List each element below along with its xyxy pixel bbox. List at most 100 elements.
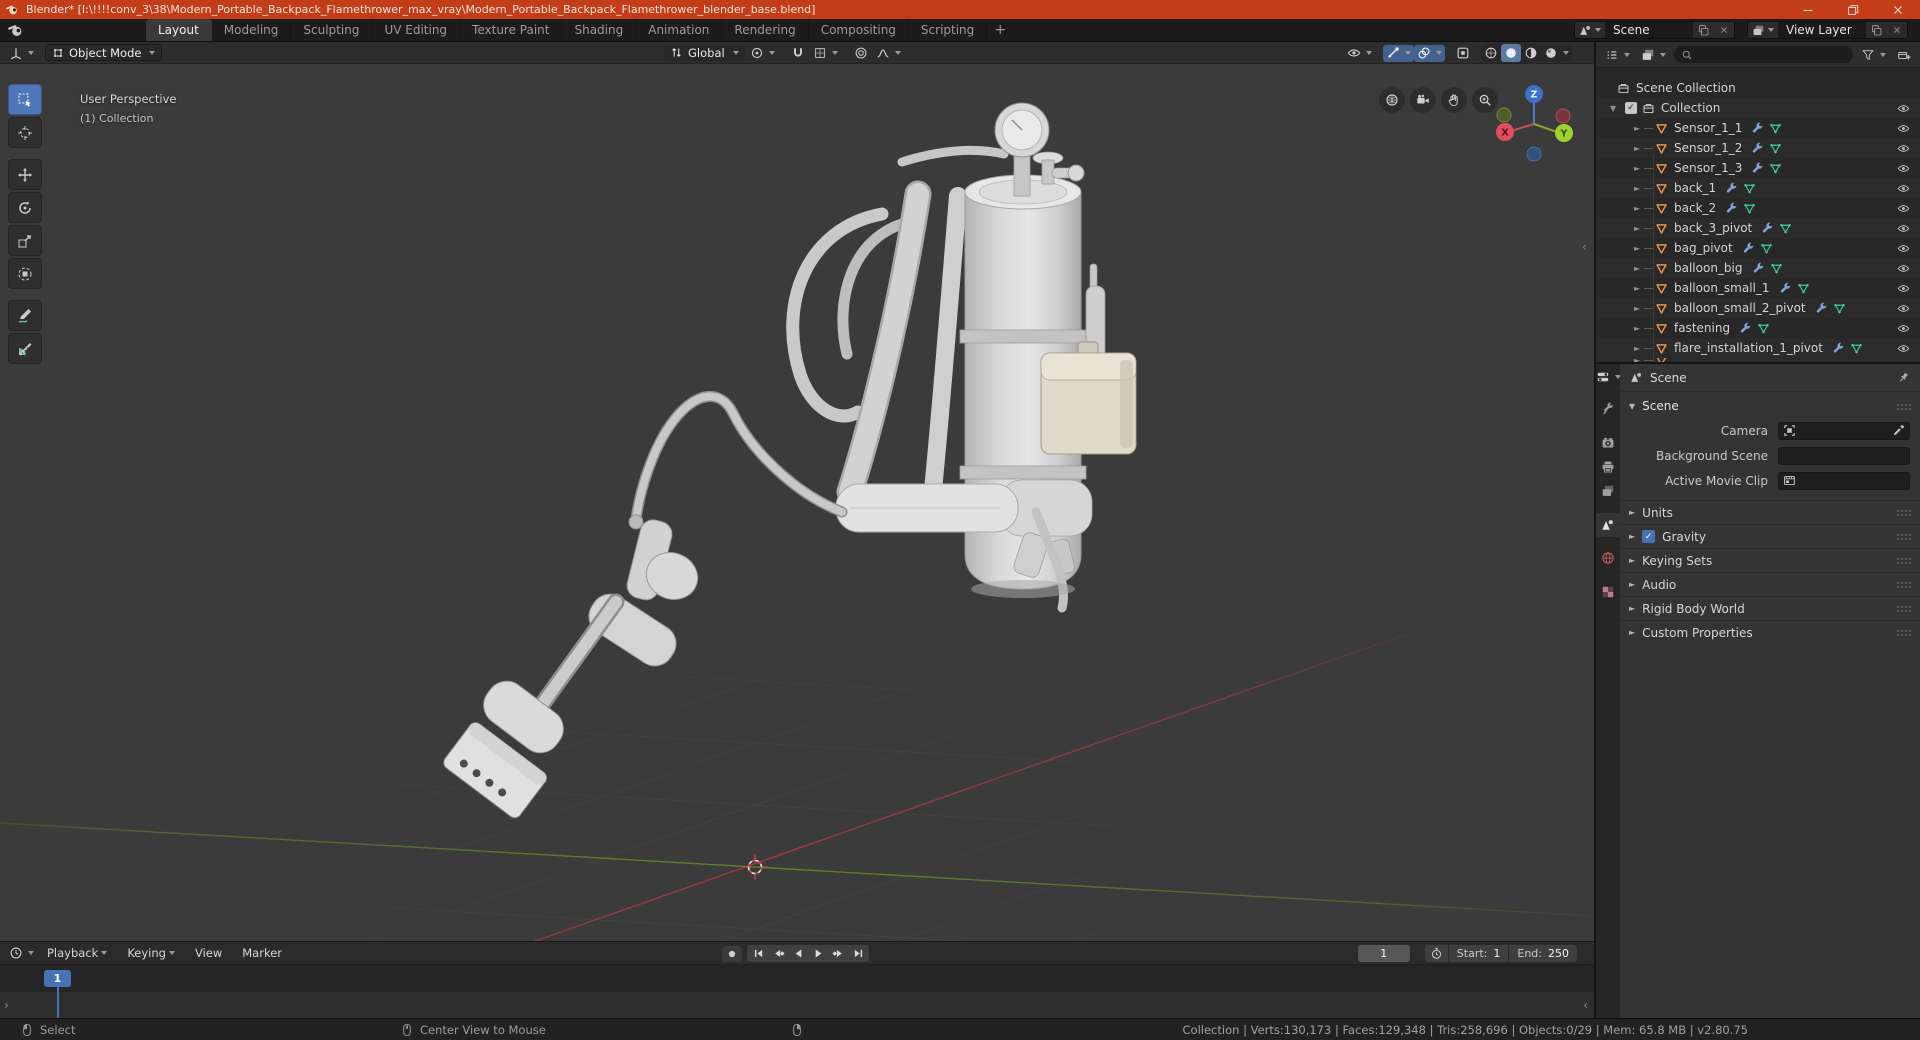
workspace-tab[interactable]: Modeling bbox=[212, 19, 292, 41]
current-frame-field[interactable]: 1 bbox=[1357, 945, 1410, 962]
workspace-tab[interactable]: Animation bbox=[636, 19, 723, 41]
expand-arrow-icon[interactable]: ► bbox=[1634, 204, 1644, 213]
new-scene-button[interactable] bbox=[1693, 22, 1714, 38]
topbar-menu[interactable] bbox=[48, 19, 66, 41]
tool-button[interactable] bbox=[8, 192, 42, 223]
shading-mode-button[interactable] bbox=[1501, 44, 1521, 62]
expand-arrow-icon[interactable]: ► bbox=[1634, 244, 1644, 253]
expand-arrow-icon[interactable]: ► bbox=[1634, 124, 1644, 133]
header-toggle-button[interactable] bbox=[747, 44, 778, 61]
collapsed-panel[interactable]: ► ✓ Units bbox=[1620, 500, 1920, 524]
workspace-tab[interactable]: Scripting bbox=[909, 19, 988, 41]
drag-handle-icon[interactable] bbox=[1896, 533, 1911, 540]
transport-button[interactable] bbox=[748, 946, 768, 961]
workspace-tab[interactable]: Texture Paint bbox=[460, 19, 563, 41]
eyedropper-icon[interactable] bbox=[1892, 474, 1905, 487]
timeline-menu[interactable]: View bbox=[185, 942, 232, 964]
properties-tab[interactable] bbox=[1596, 431, 1620, 455]
drag-handle-icon[interactable] bbox=[1896, 557, 1911, 564]
minimize-button[interactable] bbox=[1785, 0, 1830, 19]
new-collection-button[interactable] bbox=[1894, 46, 1914, 63]
transport-button[interactable] bbox=[808, 946, 828, 961]
outliner-display-mode-button[interactable] bbox=[1602, 46, 1633, 63]
remove-view-layer-button[interactable] bbox=[1887, 22, 1907, 38]
header-toggle-button[interactable] bbox=[873, 44, 904, 61]
expand-arrow-icon[interactable]: ► bbox=[1634, 284, 1644, 293]
expand-arrow-icon[interactable]: ► bbox=[1634, 324, 1644, 333]
outliner-row-object[interactable]: ► balloon_small_1 bbox=[1596, 278, 1920, 298]
panel-checkbox[interactable]: ✓ bbox=[1642, 530, 1656, 543]
drag-handle-icon[interactable] bbox=[1896, 629, 1911, 636]
new-view-layer-button[interactable] bbox=[1866, 22, 1887, 38]
search-input[interactable] bbox=[1674, 46, 1853, 63]
eyedropper-icon[interactable] bbox=[1892, 424, 1905, 437]
tool-button[interactable] bbox=[8, 159, 42, 190]
eyedropper-icon[interactable] bbox=[1892, 449, 1905, 462]
maximize-button[interactable] bbox=[1830, 0, 1875, 19]
viewport-toggle[interactable] bbox=[1453, 45, 1473, 62]
collapsed-panel[interactable]: ► ✓ Audio bbox=[1620, 572, 1920, 596]
workspace-tab[interactable]: Shading bbox=[562, 19, 637, 41]
blender-menu-icon[interactable] bbox=[8, 22, 24, 38]
model-flamethrower[interactable] bbox=[441, 102, 1137, 820]
transport-button[interactable] bbox=[768, 946, 788, 961]
orientation-select[interactable]: Global bbox=[664, 44, 745, 61]
tool-button[interactable] bbox=[8, 84, 42, 115]
expand-arrow-icon[interactable]: ► bbox=[1634, 344, 1644, 353]
scene-panel-header[interactable]: ▼ Scene bbox=[1620, 394, 1920, 418]
collapsed-panel[interactable]: ► ✓ Custom Properties bbox=[1620, 620, 1920, 644]
workspace-tab[interactable]: Rendering bbox=[722, 19, 809, 41]
timeline-track[interactable]: › ‹ bbox=[0, 986, 1594, 1018]
filter-button[interactable] bbox=[1858, 46, 1889, 63]
field-input[interactable] bbox=[1778, 446, 1910, 465]
outliner-row-object[interactable]: ► back_2 bbox=[1596, 198, 1920, 218]
shading-mode-button[interactable] bbox=[1521, 44, 1541, 62]
expand-arrow-icon[interactable]: ► bbox=[1634, 164, 1644, 173]
record-button[interactable] bbox=[722, 945, 742, 962]
outliner-row-object[interactable]: ► bag_pivot bbox=[1596, 238, 1920, 258]
viewport-toggle[interactable] bbox=[1383, 44, 1414, 62]
topbar-menu[interactable] bbox=[66, 19, 84, 41]
preview-range-button[interactable] bbox=[1424, 945, 1448, 962]
tool-button[interactable] bbox=[8, 117, 42, 148]
collection-checkbox[interactable]: ✓ bbox=[1625, 102, 1637, 114]
outliner-row-object[interactable]: ► back_3_pivot bbox=[1596, 218, 1920, 238]
visibility-eye-icon[interactable] bbox=[1897, 282, 1910, 295]
outliner-row-object[interactable]: ► Sensor_1_1 bbox=[1596, 118, 1920, 138]
outliner-row-object[interactable]: ► Sensor_1_2 bbox=[1596, 138, 1920, 158]
visibility-eye-icon[interactable] bbox=[1897, 222, 1910, 235]
collapsed-panel[interactable]: ► ✓ Gravity bbox=[1620, 524, 1920, 548]
navigation-gizmo[interactable]: Z X Y bbox=[1479, 80, 1589, 175]
visibility-eye-icon[interactable] bbox=[1897, 122, 1910, 135]
drag-handle-icon[interactable] bbox=[1896, 605, 1911, 612]
viewport-nav-button[interactable] bbox=[1441, 87, 1467, 113]
collapse-icon[interactable]: ‹ bbox=[1583, 998, 1588, 1012]
visibility-eye-icon[interactable] bbox=[1897, 202, 1910, 215]
gizmo-neg-x[interactable] bbox=[1555, 108, 1571, 124]
viewport-nav-button[interactable] bbox=[1379, 87, 1405, 113]
start-frame-field[interactable]: Start: 1 bbox=[1448, 945, 1509, 962]
timeline-menu[interactable]: Keying bbox=[117, 942, 185, 964]
playhead-line[interactable] bbox=[57, 986, 59, 1018]
expand-arrow-icon[interactable]: ► bbox=[1634, 224, 1644, 233]
expand-icon[interactable]: › bbox=[4, 998, 9, 1012]
topbar-menu[interactable] bbox=[102, 19, 120, 41]
outliner-row-collection[interactable]: ▼ ✓ Collection bbox=[1596, 98, 1920, 118]
close-button[interactable] bbox=[1875, 0, 1920, 19]
expand-arrow-icon[interactable]: ► bbox=[1634, 264, 1644, 273]
end-frame-field[interactable]: End: 250 bbox=[1509, 945, 1577, 962]
timeline-editor-type-button[interactable] bbox=[6, 945, 37, 962]
gizmo-neg-z[interactable] bbox=[1526, 146, 1542, 162]
visibility-eye-icon[interactable] bbox=[1897, 322, 1910, 335]
timeline-ruler[interactable]: 1 bbox=[0, 964, 1594, 992]
visibility-eye-icon[interactable] bbox=[1897, 302, 1910, 315]
topbar-menu[interactable] bbox=[84, 19, 102, 41]
viewport-toggle[interactable] bbox=[1414, 44, 1445, 62]
properties-tab[interactable] bbox=[1596, 455, 1620, 479]
collapsed-panel[interactable]: ► ✓ Rigid Body World bbox=[1620, 596, 1920, 620]
current-frame-indicator[interactable]: 1 bbox=[44, 970, 71, 987]
workspace-tab[interactable]: Layout bbox=[146, 19, 212, 41]
field-input[interactable] bbox=[1778, 471, 1910, 490]
tool-button[interactable] bbox=[8, 225, 42, 256]
tool-button[interactable] bbox=[8, 258, 42, 289]
